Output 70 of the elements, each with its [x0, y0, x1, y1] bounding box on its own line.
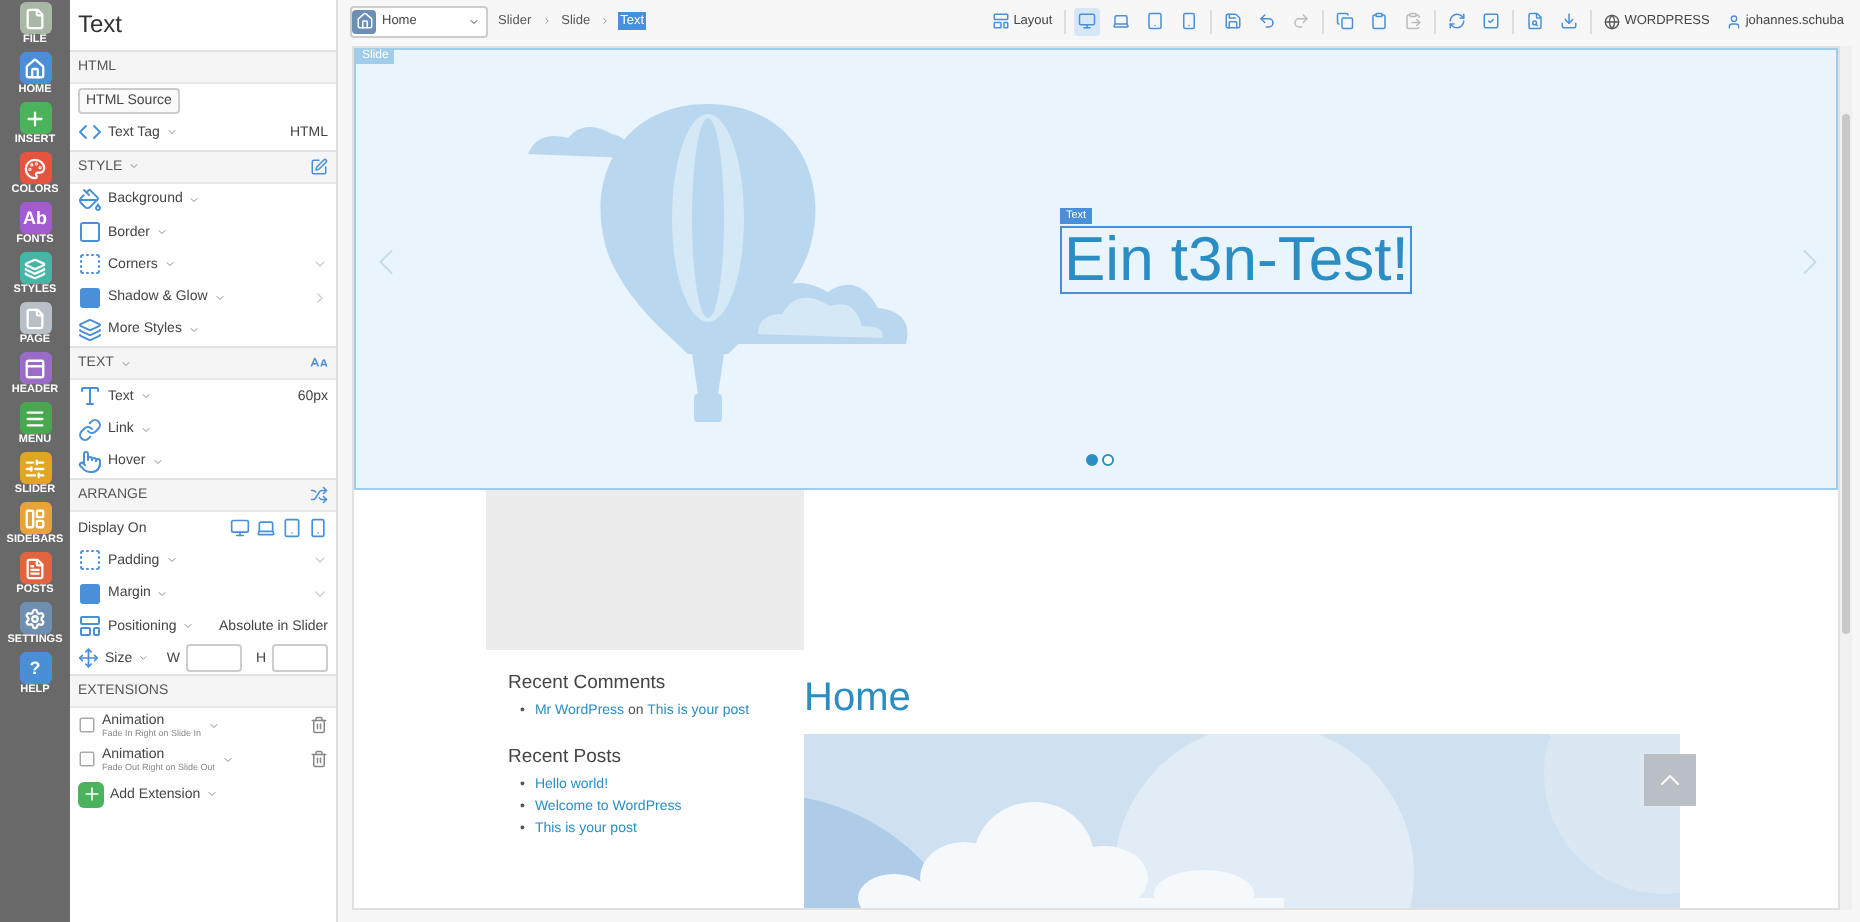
caret-icon [213, 291, 226, 304]
tablet-icon[interactable] [282, 518, 302, 539]
separator-icon [541, 16, 552, 26]
document-icon [24, 307, 46, 329]
menu-icon [24, 407, 46, 429]
widget-title: Recent Comments [508, 672, 668, 694]
square-icon [78, 220, 102, 245]
caret-icon [187, 323, 200, 336]
text-icon [78, 384, 102, 409]
desktop-icon[interactable] [230, 518, 250, 539]
caret-icon [119, 357, 132, 370]
sliders-icon [24, 457, 46, 479]
caret-icon [138, 652, 149, 665]
trash-icon[interactable] [310, 716, 328, 735]
page-heading: Home [804, 676, 913, 722]
caret-icon [206, 788, 219, 801]
phone-icon[interactable] [308, 518, 328, 539]
height-field[interactable] [272, 644, 328, 673]
settings-icon [24, 607, 46, 629]
slide-dot[interactable] [1102, 454, 1114, 466]
globe-icon [1604, 13, 1621, 29]
home-icon [355, 12, 373, 30]
caret-icon [468, 15, 480, 27]
caret-icon [156, 226, 169, 239]
layout-icon [991, 12, 1010, 30]
caret-icon [139, 423, 152, 436]
shuffle-icon[interactable] [310, 485, 328, 504]
caret-icon [165, 126, 178, 139]
header-icon [24, 357, 46, 379]
palette-icon [24, 157, 46, 179]
widget-title: Recent Posts [508, 746, 623, 768]
sidebar-icon [24, 507, 46, 529]
document-icon [24, 557, 46, 579]
user-icon [1725, 13, 1742, 29]
caret-icon [139, 390, 152, 403]
trash-icon[interactable] [310, 750, 328, 769]
copy-icon[interactable] [1332, 7, 1359, 35]
caret-icon [151, 455, 164, 468]
plus-icon [24, 107, 46, 129]
slide-dot[interactable] [1086, 454, 1098, 466]
panel-title: Text [76, 8, 125, 42]
plus-icon[interactable] [81, 784, 101, 805]
separator-icon [600, 16, 611, 26]
desktop-icon[interactable] [1074, 7, 1101, 35]
caret-icon [163, 258, 176, 271]
caret-icon [156, 587, 169, 600]
caret-icon [165, 554, 178, 567]
home-icon [24, 57, 46, 79]
code-icon [78, 120, 102, 145]
caret-icon [182, 620, 195, 632]
padding-icon [78, 548, 102, 573]
resize-icon [78, 646, 99, 671]
paint-bucket-icon [78, 187, 102, 212]
dashed-square-icon [78, 252, 102, 277]
shadow-icon [78, 285, 102, 310]
layout-icon [78, 614, 102, 638]
link-icon [78, 417, 102, 442]
font-size-icon[interactable] [310, 354, 328, 373]
laptop-icon[interactable] [256, 518, 276, 539]
pointer-icon [78, 449, 102, 474]
document-icon [24, 7, 46, 29]
layers-icon [24, 257, 46, 279]
caret-icon [221, 753, 234, 766]
caret-icon [128, 160, 141, 173]
width-field[interactable] [185, 644, 242, 673]
margin-icon [78, 581, 102, 606]
caret-icon [207, 719, 220, 732]
caret-icon [188, 193, 201, 206]
layers-icon [78, 317, 102, 342]
edit-icon[interactable] [310, 157, 328, 176]
